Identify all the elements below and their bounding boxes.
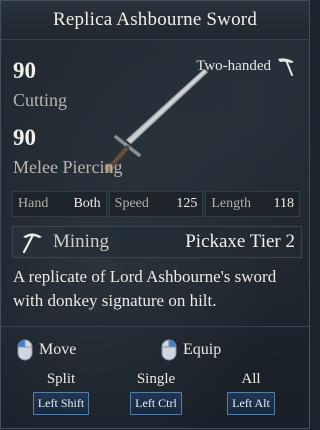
skill-requirement: Mining Pickaxe Tier 2 — [12, 226, 302, 258]
equip-action: Equip — [161, 339, 221, 361]
attribute-hand-value: Both — [73, 196, 101, 211]
equip-label: Equip — [183, 341, 222, 358]
left-ctrl-key: Left Ctrl — [130, 392, 182, 415]
attribute-row: Hand Both Speed 125 Length 118 — [12, 191, 301, 217]
melee-piercing-label: Melee Piercing — [13, 157, 123, 177]
skill-tier: Pickaxe Tier 2 — [185, 231, 295, 252]
split-hint: Split Left Shift — [30, 371, 92, 415]
melee-piercing-value: 90 — [13, 125, 36, 150]
move-label: Move — [39, 341, 77, 358]
attribute-speed-key: Speed — [114, 196, 149, 211]
item-description: A replicate of Lord Ashbourne's sword wi… — [13, 267, 277, 310]
split-label: Split — [46, 371, 76, 387]
attribute-speed-value: 125 — [176, 196, 198, 211]
attribute-length-value: 118 — [273, 196, 295, 211]
handedness-label: Two-handed — [196, 57, 271, 74]
attribute-speed: Speed 125 — [108, 191, 204, 217]
attribute-hand-key: Hand — [18, 196, 49, 211]
move-action: Move — [17, 339, 76, 361]
two-handed-icon — [278, 58, 294, 76]
left-shift-key: Left Shift — [32, 392, 90, 415]
handedness-indicator: Two-handed — [196, 56, 297, 76]
skill-name: Mining — [53, 231, 109, 252]
mouse-right-icon — [161, 339, 177, 361]
attribute-length: Length 118 — [205, 191, 301, 217]
divider — [1, 326, 309, 327]
all-hint: All Left Alt — [220, 371, 282, 415]
left-alt-key: Left Alt — [227, 392, 275, 415]
mouse-left-icon — [17, 339, 33, 361]
cutting-label: Cutting — [13, 90, 68, 110]
all-label: All — [241, 371, 261, 387]
single-label: Single — [136, 371, 176, 387]
attribute-hand: Hand Both — [12, 191, 107, 217]
single-hint: Single Left Ctrl — [125, 371, 187, 415]
cutting-value: 90 — [13, 58, 36, 83]
pickaxe-icon — [22, 233, 42, 254]
item-tooltip: Replica Ashbourne Sword Two-handed 90 Cu — [0, 0, 310, 429]
attribute-length-key: Length — [211, 196, 251, 211]
